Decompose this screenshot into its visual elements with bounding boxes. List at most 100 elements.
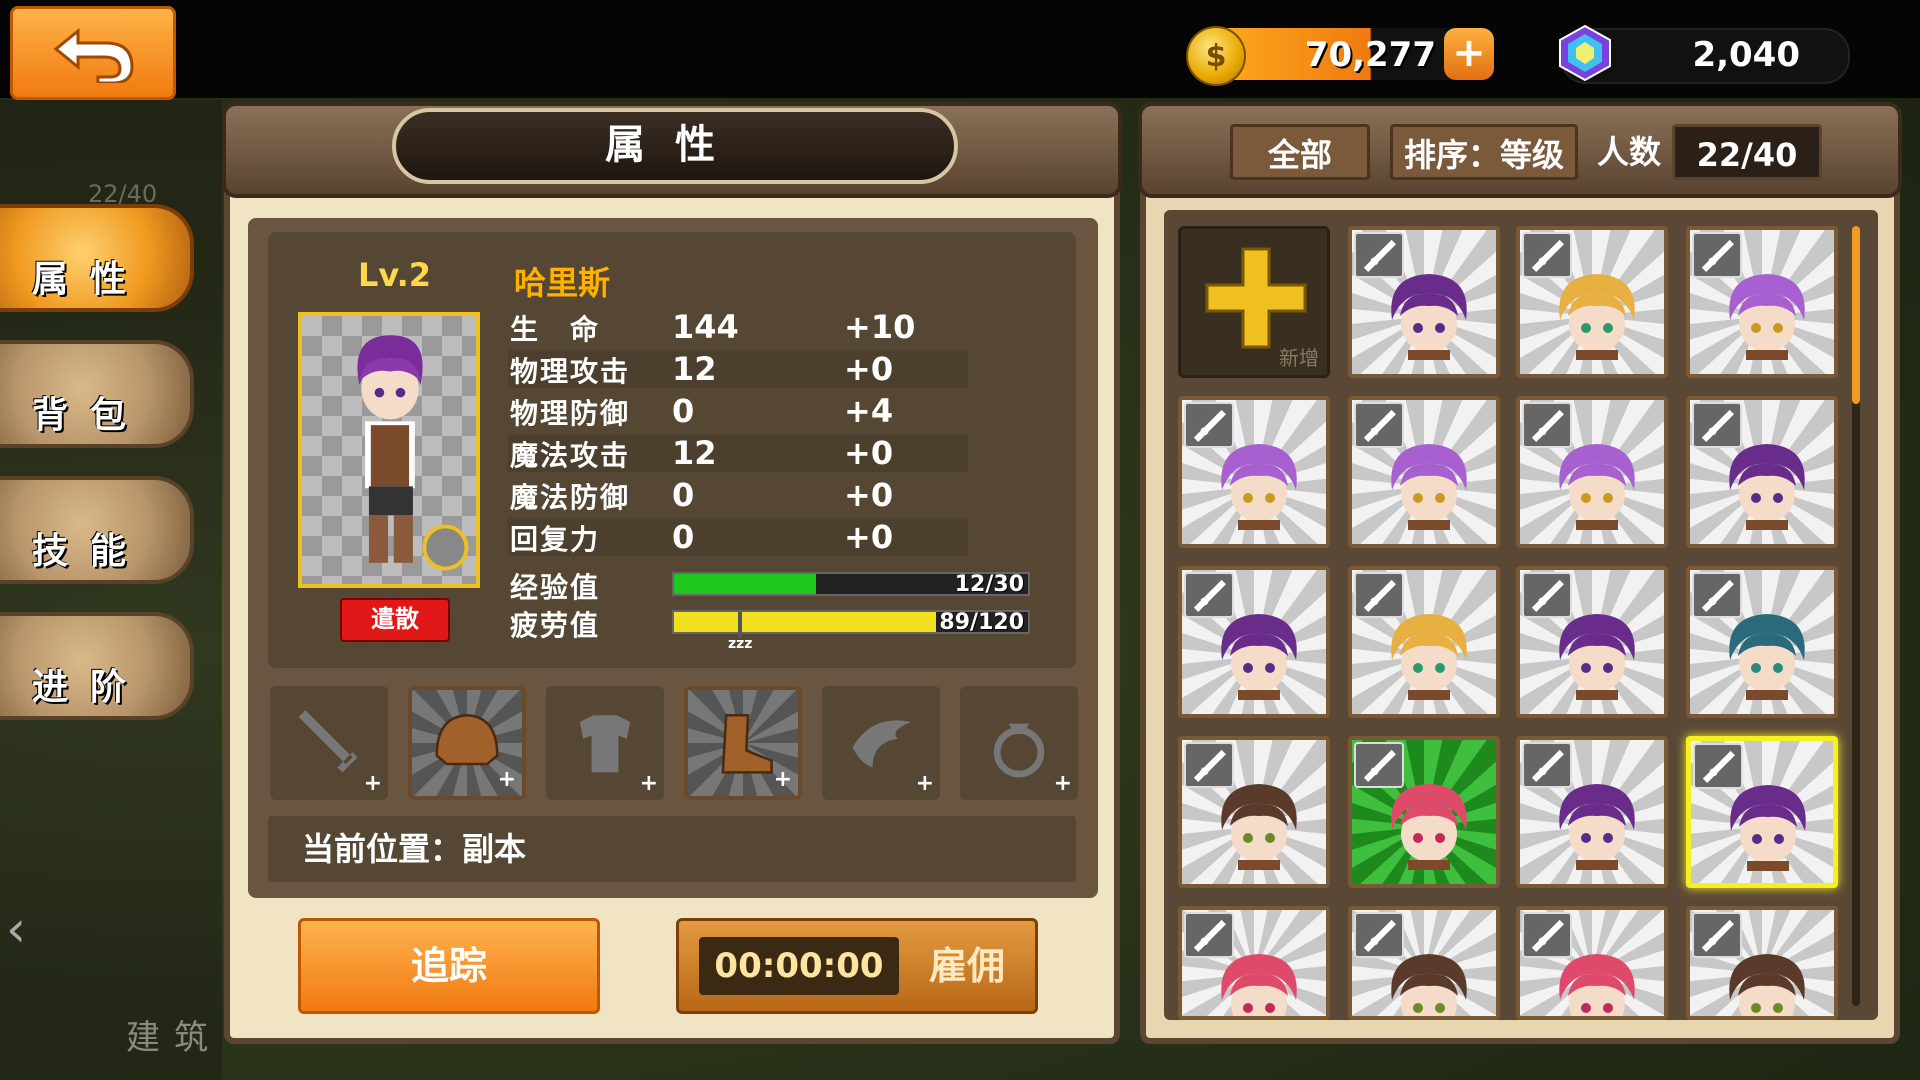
- back-arrow-icon: [53, 27, 134, 83]
- equip-plus-icon: +: [497, 767, 516, 792]
- stat-row: 魔法攻击 12 +0: [508, 434, 968, 472]
- gem-icon: [1559, 24, 1611, 82]
- back-button[interactable]: [10, 6, 176, 100]
- add-gold-button[interactable]: +: [1444, 28, 1494, 80]
- stat-label: 物理防御: [510, 397, 631, 430]
- exp-text: 12/30: [954, 572, 1024, 597]
- hero-avatar: [1729, 954, 1805, 1016]
- hero-slot[interactable]: [1516, 566, 1668, 718]
- equip-slot-wing[interactable]: +: [822, 686, 940, 800]
- hero-slot[interactable]: [1686, 226, 1838, 378]
- count-label: 人数: [1596, 133, 1661, 171]
- fatigue-bar-fill: [674, 612, 936, 632]
- hero-portrait: [298, 312, 480, 588]
- menu-item-2[interactable]: 技能: [0, 476, 194, 584]
- equip-slot-boot[interactable]: +: [684, 686, 802, 800]
- hero-slot[interactable]: [1348, 226, 1500, 378]
- stat-bonus: +10: [844, 308, 916, 346]
- stat-value: 12: [672, 434, 717, 472]
- hero-avatar: [1559, 444, 1635, 530]
- sword-icon: [298, 710, 358, 773]
- current-location: 当前位置：副本: [268, 816, 1076, 882]
- hero-slot[interactable]: [1178, 396, 1330, 548]
- stat-row: 回复力 0 +0: [508, 518, 968, 556]
- hero-avatar: [1391, 954, 1467, 1016]
- equip-slot-sword[interactable]: +: [270, 686, 388, 800]
- hero-avatar: [1729, 274, 1805, 360]
- hero-slot[interactable]: [1348, 396, 1500, 548]
- hero-slot[interactable]: [1516, 736, 1668, 888]
- exp-bar-fill: [674, 574, 816, 594]
- hero-slot[interactable]: [1348, 906, 1500, 1020]
- hero-slot[interactable]: [1178, 736, 1330, 888]
- equip-plus-icon: +: [773, 767, 792, 792]
- add-hero-label: 新增: [1279, 346, 1319, 370]
- hire-button[interactable]: 00:00:00 雇佣: [676, 918, 1038, 1014]
- add-hero-button[interactable]: 新增: [1178, 226, 1330, 378]
- stat-row: 物理防御 0 +4: [508, 392, 968, 430]
- menu-item-label: 背包: [32, 395, 149, 436]
- exp-label: 经验值: [510, 571, 601, 604]
- fatigue-label: 疲劳值: [510, 609, 601, 642]
- hero-avatar: [1559, 274, 1635, 360]
- chevron-left-icon[interactable]: ‹: [6, 900, 56, 1010]
- equip-slot-ring[interactable]: +: [960, 686, 1078, 800]
- hero-slot[interactable]: [1686, 736, 1838, 888]
- stat-value: 12: [672, 350, 717, 388]
- roster-scroll-thumb[interactable]: [1852, 226, 1860, 404]
- stat-bonus: +4: [844, 392, 894, 430]
- hero-avatar: [1221, 444, 1297, 530]
- stat-bonus: +0: [844, 350, 894, 388]
- equip-slot-helmet[interactable]: +: [408, 686, 526, 800]
- equip-plus-icon: +: [915, 771, 934, 796]
- hero-avatar: [1391, 784, 1467, 870]
- equip-slot-armor[interactable]: +: [546, 686, 664, 800]
- hero-slot[interactable]: [1516, 396, 1668, 548]
- menu-item-label: 进阶: [32, 667, 149, 708]
- hero-avatar: [1559, 614, 1635, 700]
- menu-item-label: 技能: [32, 531, 149, 572]
- stat-row: 物理攻击 12 +0: [508, 350, 968, 388]
- building-label: 建筑: [126, 1018, 222, 1058]
- filter-all-button[interactable]: 全部: [1230, 124, 1370, 180]
- armor-icon: [579, 715, 631, 773]
- attributes-title: 属性: [392, 108, 958, 184]
- hero-slot[interactable]: [1348, 736, 1500, 888]
- hero-slot[interactable]: [1348, 566, 1500, 718]
- track-button[interactable]: 追踪: [298, 918, 600, 1014]
- hero-avatar: [1221, 954, 1297, 1016]
- hero-slot[interactable]: [1686, 396, 1838, 548]
- hero-avatar: [1221, 614, 1297, 700]
- stat-label: 回复力: [510, 523, 601, 556]
- hero-avatar: [1391, 274, 1467, 360]
- gem-amount: 2,040: [1692, 35, 1800, 75]
- sort-button[interactable]: 排序：等级: [1390, 124, 1578, 180]
- hero-figure: [357, 335, 469, 571]
- hero-slot[interactable]: [1178, 906, 1330, 1020]
- stat-label: 魔法防御: [510, 481, 631, 514]
- exp-bar: 12/30: [672, 572, 1030, 597]
- equip-plus-icon: +: [1053, 771, 1072, 796]
- roster-count: 22/40: [1672, 124, 1822, 180]
- hero-level: Lv.2: [358, 256, 432, 294]
- fatigue-marker: [738, 612, 742, 638]
- stat-label: 魔法攻击: [510, 439, 631, 472]
- stat-value: 0: [672, 476, 695, 514]
- hero-avatar: [1391, 614, 1467, 700]
- gold-amount: 70,277: [1304, 35, 1436, 75]
- hero-slot[interactable]: [1516, 906, 1668, 1020]
- stat-value: 0: [672, 518, 695, 556]
- menu-item-label: 属性: [32, 259, 149, 300]
- menu-item-0[interactable]: 属性: [0, 204, 194, 312]
- hero-slot[interactable]: [1686, 906, 1838, 1020]
- hero-slot[interactable]: [1516, 226, 1668, 378]
- hero-avatar: [1559, 784, 1635, 870]
- dismiss-button[interactable]: 遣散: [340, 598, 450, 642]
- menu-item-1[interactable]: 背包: [0, 340, 194, 448]
- hero-name: 哈里斯: [514, 264, 611, 302]
- hero-avatar: [1221, 784, 1297, 870]
- menu-item-3[interactable]: 进阶: [0, 612, 194, 720]
- hero-slot[interactable]: [1686, 566, 1838, 718]
- hero-slot[interactable]: [1178, 566, 1330, 718]
- fatigue-text: 89/120: [939, 610, 1024, 635]
